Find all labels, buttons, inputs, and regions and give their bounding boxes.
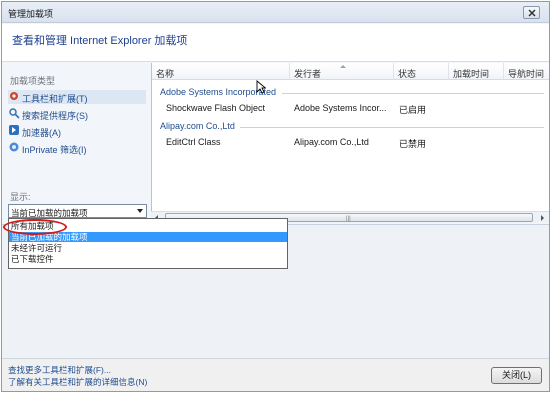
grip-icon: ||| bbox=[346, 216, 351, 222]
addon-status: 已禁用 bbox=[399, 139, 427, 149]
addon-status: 已启用 bbox=[399, 105, 427, 115]
title-bar: 管理加载项 bbox=[2, 2, 549, 23]
sidebar-item-label: 工具栏和扩展(T) bbox=[22, 94, 88, 104]
header-banner: 查看和管理 Internet Explorer 加载项 bbox=[2, 24, 549, 62]
addon-types-pane: 加载项类型 工具栏和扩展(T) 搜索提供程序(S) 加速器(A) InPriva… bbox=[2, 63, 150, 221]
mouse-cursor-icon bbox=[256, 80, 266, 94]
sidebar-item-label: InPrivate 筛选(I) bbox=[22, 145, 87, 155]
close-icon bbox=[528, 9, 536, 17]
dropdown-option[interactable]: 未经许可运行 bbox=[9, 243, 287, 253]
column-header-load-time[interactable]: 加载时间 bbox=[449, 63, 504, 80]
manage-addons-window: 管理加载项 查看和管理 Internet Explorer 加载项 加载项类型 … bbox=[1, 1, 550, 392]
addon-name: EditCtrl Class bbox=[166, 137, 221, 147]
highlight-ring bbox=[3, 219, 67, 235]
find-more-link[interactable]: 查找更多工具栏和扩展(F)... bbox=[8, 364, 111, 376]
column-header-navigation-time[interactable]: 导航时间 bbox=[504, 63, 549, 80]
sidebar-item-search-providers[interactable]: 搜索提供程序(S) bbox=[8, 107, 146, 121]
addon-publisher: Alipay.com Co.,Ltd bbox=[294, 137, 369, 147]
addon-publisher: Adobe Systems Incor... bbox=[294, 103, 387, 113]
learn-more-link[interactable]: 了解有关工具栏和扩展的详细信息(N) bbox=[8, 376, 147, 388]
addons-list: 名称 发行者 状态 加载时间 导航时间 Adobe Systems Incorp… bbox=[151, 63, 549, 223]
group-header: Alipay.com Co.,Ltd bbox=[160, 121, 235, 131]
show-filter-select[interactable]: 当前已加载的加载项 bbox=[8, 204, 147, 218]
scroll-right-button[interactable] bbox=[537, 213, 547, 222]
window-close-button[interactable] bbox=[523, 6, 540, 19]
close-button[interactable]: 关闭(L) bbox=[491, 367, 542, 384]
footer: 查找更多工具栏和扩展(F)... 了解有关工具栏和扩展的详细信息(N) 关闭(L… bbox=[2, 358, 549, 391]
addon-types-label: 加载项类型 bbox=[10, 76, 56, 86]
accelerator-icon bbox=[9, 125, 19, 135]
inprivate-icon bbox=[9, 142, 19, 152]
group-divider bbox=[240, 127, 544, 128]
window-title: 管理加载项 bbox=[8, 9, 54, 19]
arrow-right-icon bbox=[541, 215, 544, 221]
addon-name: Shockwave Flash Object bbox=[166, 103, 266, 113]
page-heading: 查看和管理 Internet Explorer 加载项 bbox=[12, 35, 188, 47]
sidebar-item-accelerators[interactable]: 加速器(A) bbox=[8, 124, 146, 138]
column-header-status[interactable]: 状态 bbox=[394, 63, 449, 80]
search-icon bbox=[9, 108, 20, 119]
sidebar-item-inprivate[interactable]: InPrivate 筛选(I) bbox=[8, 141, 146, 155]
column-header-publisher[interactable]: 发行者 bbox=[290, 63, 394, 80]
gear-icon bbox=[10, 92, 18, 100]
sidebar-item-toolbars[interactable]: 工具栏和扩展(T) bbox=[8, 90, 146, 104]
sidebar-item-label: 搜索提供程序(S) bbox=[22, 111, 88, 121]
group-divider bbox=[282, 93, 544, 94]
show-label: 显示: bbox=[10, 192, 31, 202]
dropdown-option[interactable]: 已下载控件 bbox=[9, 254, 287, 264]
sort-up-icon bbox=[340, 65, 346, 68]
chevron-down-icon bbox=[137, 209, 143, 213]
column-header-name[interactable]: 名称 bbox=[152, 63, 290, 80]
sidebar-item-label: 加速器(A) bbox=[22, 128, 61, 138]
